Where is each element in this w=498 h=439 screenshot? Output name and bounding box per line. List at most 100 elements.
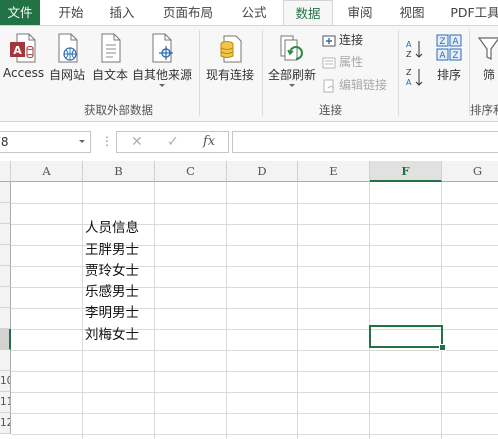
cell-b-item[interactable]: 刘梅女士 bbox=[83, 325, 139, 346]
existing-connections-label: 现有连接 bbox=[205, 68, 254, 82]
gridline bbox=[11, 392, 498, 393]
sort-ascending-button[interactable]: A Z bbox=[404, 38, 426, 63]
tab-formulas[interactable]: 公式 bbox=[232, 0, 276, 25]
sort-label: 排序 bbox=[436, 68, 461, 82]
group-label-connections: 连接 bbox=[319, 103, 342, 117]
row-header[interactable] bbox=[0, 203, 11, 224]
access-icon: A bbox=[10, 33, 36, 63]
name-box[interactable]: F8 bbox=[0, 131, 91, 153]
connections-button[interactable]: 连接 bbox=[322, 31, 363, 49]
gridline bbox=[11, 350, 498, 351]
tab-pdf-tools[interactable]: PDF工具 bbox=[445, 0, 498, 25]
row-header[interactable]: 12 bbox=[0, 413, 11, 434]
cancel-entry-icon[interactable]: ✕ bbox=[131, 133, 143, 151]
gridline bbox=[11, 203, 498, 204]
tab-review[interactable]: 审阅 bbox=[340, 0, 380, 25]
edit-links-button[interactable]: 编辑链接 bbox=[322, 76, 387, 94]
gridline bbox=[441, 182, 442, 439]
svg-text:Z: Z bbox=[452, 51, 458, 61]
properties-button[interactable]: 属性 bbox=[322, 53, 363, 71]
sort-button[interactable]: Z A A Z 排序 bbox=[432, 32, 466, 83]
sort-icon: Z A A Z bbox=[436, 34, 462, 61]
svg-text:A: A bbox=[406, 40, 412, 49]
tab-page-layout[interactable]: 页面布局 bbox=[158, 0, 218, 25]
web-globe-icon bbox=[58, 33, 78, 63]
worksheet-grid[interactable]: A B C D E F G 10 11 12 人员信息 王胖男士 贾玲女士 乐感… bbox=[0, 161, 498, 439]
refresh-all-label: 全部刷新 bbox=[267, 68, 316, 82]
group-label-sort-filter: 排序和 bbox=[470, 103, 498, 117]
from-access-button[interactable]: A Access bbox=[3, 32, 44, 80]
column-header-d[interactable]: D bbox=[227, 161, 298, 182]
name-box-value: F8 bbox=[0, 135, 9, 149]
edit-links-icon bbox=[323, 79, 335, 92]
gridline bbox=[11, 413, 498, 414]
select-all-corner[interactable] bbox=[0, 161, 11, 182]
filter-label: 筛 bbox=[482, 68, 495, 82]
formula-bar-grip-icon[interactable]: ⋮ bbox=[101, 135, 113, 147]
insert-function-icon[interactable]: fx bbox=[203, 133, 215, 151]
row-header[interactable]: 10 bbox=[0, 371, 11, 392]
from-text-button[interactable]: 自文本 bbox=[90, 32, 130, 83]
svg-text:A: A bbox=[406, 78, 412, 87]
name-box-dropdown-icon[interactable] bbox=[79, 140, 85, 143]
row-header[interactable]: 11 bbox=[0, 392, 11, 413]
from-text-label: 自文本 bbox=[91, 68, 128, 82]
properties-icon bbox=[322, 57, 336, 68]
row-header[interactable] bbox=[0, 182, 11, 203]
column-header-b[interactable]: B bbox=[83, 161, 155, 182]
row-header[interactable] bbox=[0, 266, 11, 287]
svg-text:A: A bbox=[452, 37, 459, 47]
tab-home[interactable]: 开始 bbox=[51, 0, 91, 25]
tab-file[interactable]: 文件 bbox=[0, 0, 40, 25]
column-header-g[interactable]: G bbox=[442, 161, 498, 182]
cell-b-item[interactable]: 贾玲女士 bbox=[83, 261, 139, 282]
tab-view[interactable]: 视图 bbox=[392, 0, 432, 25]
from-other-sources-button[interactable]: 自其他来源 bbox=[131, 32, 193, 87]
row-header[interactable] bbox=[0, 245, 11, 266]
formula-input[interactable] bbox=[232, 131, 498, 153]
group-label-external-data: 获取外部数据 bbox=[84, 103, 153, 117]
svg-text:Z: Z bbox=[439, 37, 445, 47]
cell-b-item[interactable]: 李明男士 bbox=[83, 303, 139, 324]
cell-b-item[interactable]: 王胖男士 bbox=[83, 240, 139, 261]
column-header-e[interactable]: E bbox=[298, 161, 370, 182]
gridline bbox=[369, 182, 370, 439]
cell-b-item[interactable]: 乐感男士 bbox=[83, 282, 139, 303]
svg-text:A: A bbox=[439, 51, 446, 61]
existing-connections-button[interactable]: 现有连接 bbox=[203, 32, 257, 83]
existing-connections-icon bbox=[220, 35, 242, 63]
sort-descending-button[interactable]: Z A bbox=[404, 66, 426, 91]
column-header-a[interactable]: A bbox=[11, 161, 83, 182]
column-header-f[interactable]: F bbox=[370, 161, 442, 182]
svg-text:Z: Z bbox=[406, 50, 412, 59]
gridline bbox=[154, 182, 155, 439]
dropdown-caret-icon bbox=[159, 84, 165, 87]
ribbon-data: A Access 自网站 自文本 自其他来源 获取外部数据 现有连接 全部刷新 … bbox=[0, 25, 498, 122]
row-header-selected[interactable] bbox=[0, 329, 11, 350]
gridline bbox=[11, 371, 498, 372]
active-cell-selection[interactable] bbox=[369, 325, 443, 348]
from-other-sources-label: 自其他来源 bbox=[131, 68, 192, 82]
row-header[interactable] bbox=[0, 224, 11, 245]
row-header[interactable] bbox=[0, 350, 11, 371]
formula-buttons: ✕ ✓ fx bbox=[116, 131, 229, 153]
sort-az-icon: A Z bbox=[406, 40, 423, 59]
filter-button[interactable]: 筛 bbox=[476, 32, 498, 83]
refresh-all-button[interactable]: 全部刷新 bbox=[265, 32, 319, 87]
gridline bbox=[297, 182, 298, 439]
group-separator bbox=[199, 30, 200, 116]
text-file-icon bbox=[101, 33, 121, 63]
cell-b-header[interactable]: 人员信息 bbox=[83, 218, 139, 239]
confirm-entry-icon[interactable]: ✓ bbox=[167, 133, 179, 151]
fill-handle[interactable] bbox=[439, 344, 446, 351]
tab-insert[interactable]: 插入 bbox=[102, 0, 142, 25]
svg-text:A: A bbox=[13, 44, 22, 57]
refresh-icon bbox=[280, 35, 303, 61]
from-web-button[interactable]: 自网站 bbox=[47, 32, 87, 83]
column-header-c[interactable]: C bbox=[155, 161, 227, 182]
tab-data[interactable]: 数据 bbox=[283, 0, 333, 26]
group-separator bbox=[262, 30, 263, 116]
row-header[interactable] bbox=[0, 287, 11, 308]
formula-bar: F8 ⋮ ✕ ✓ fx bbox=[0, 122, 498, 161]
row-header[interactable] bbox=[0, 308, 11, 329]
